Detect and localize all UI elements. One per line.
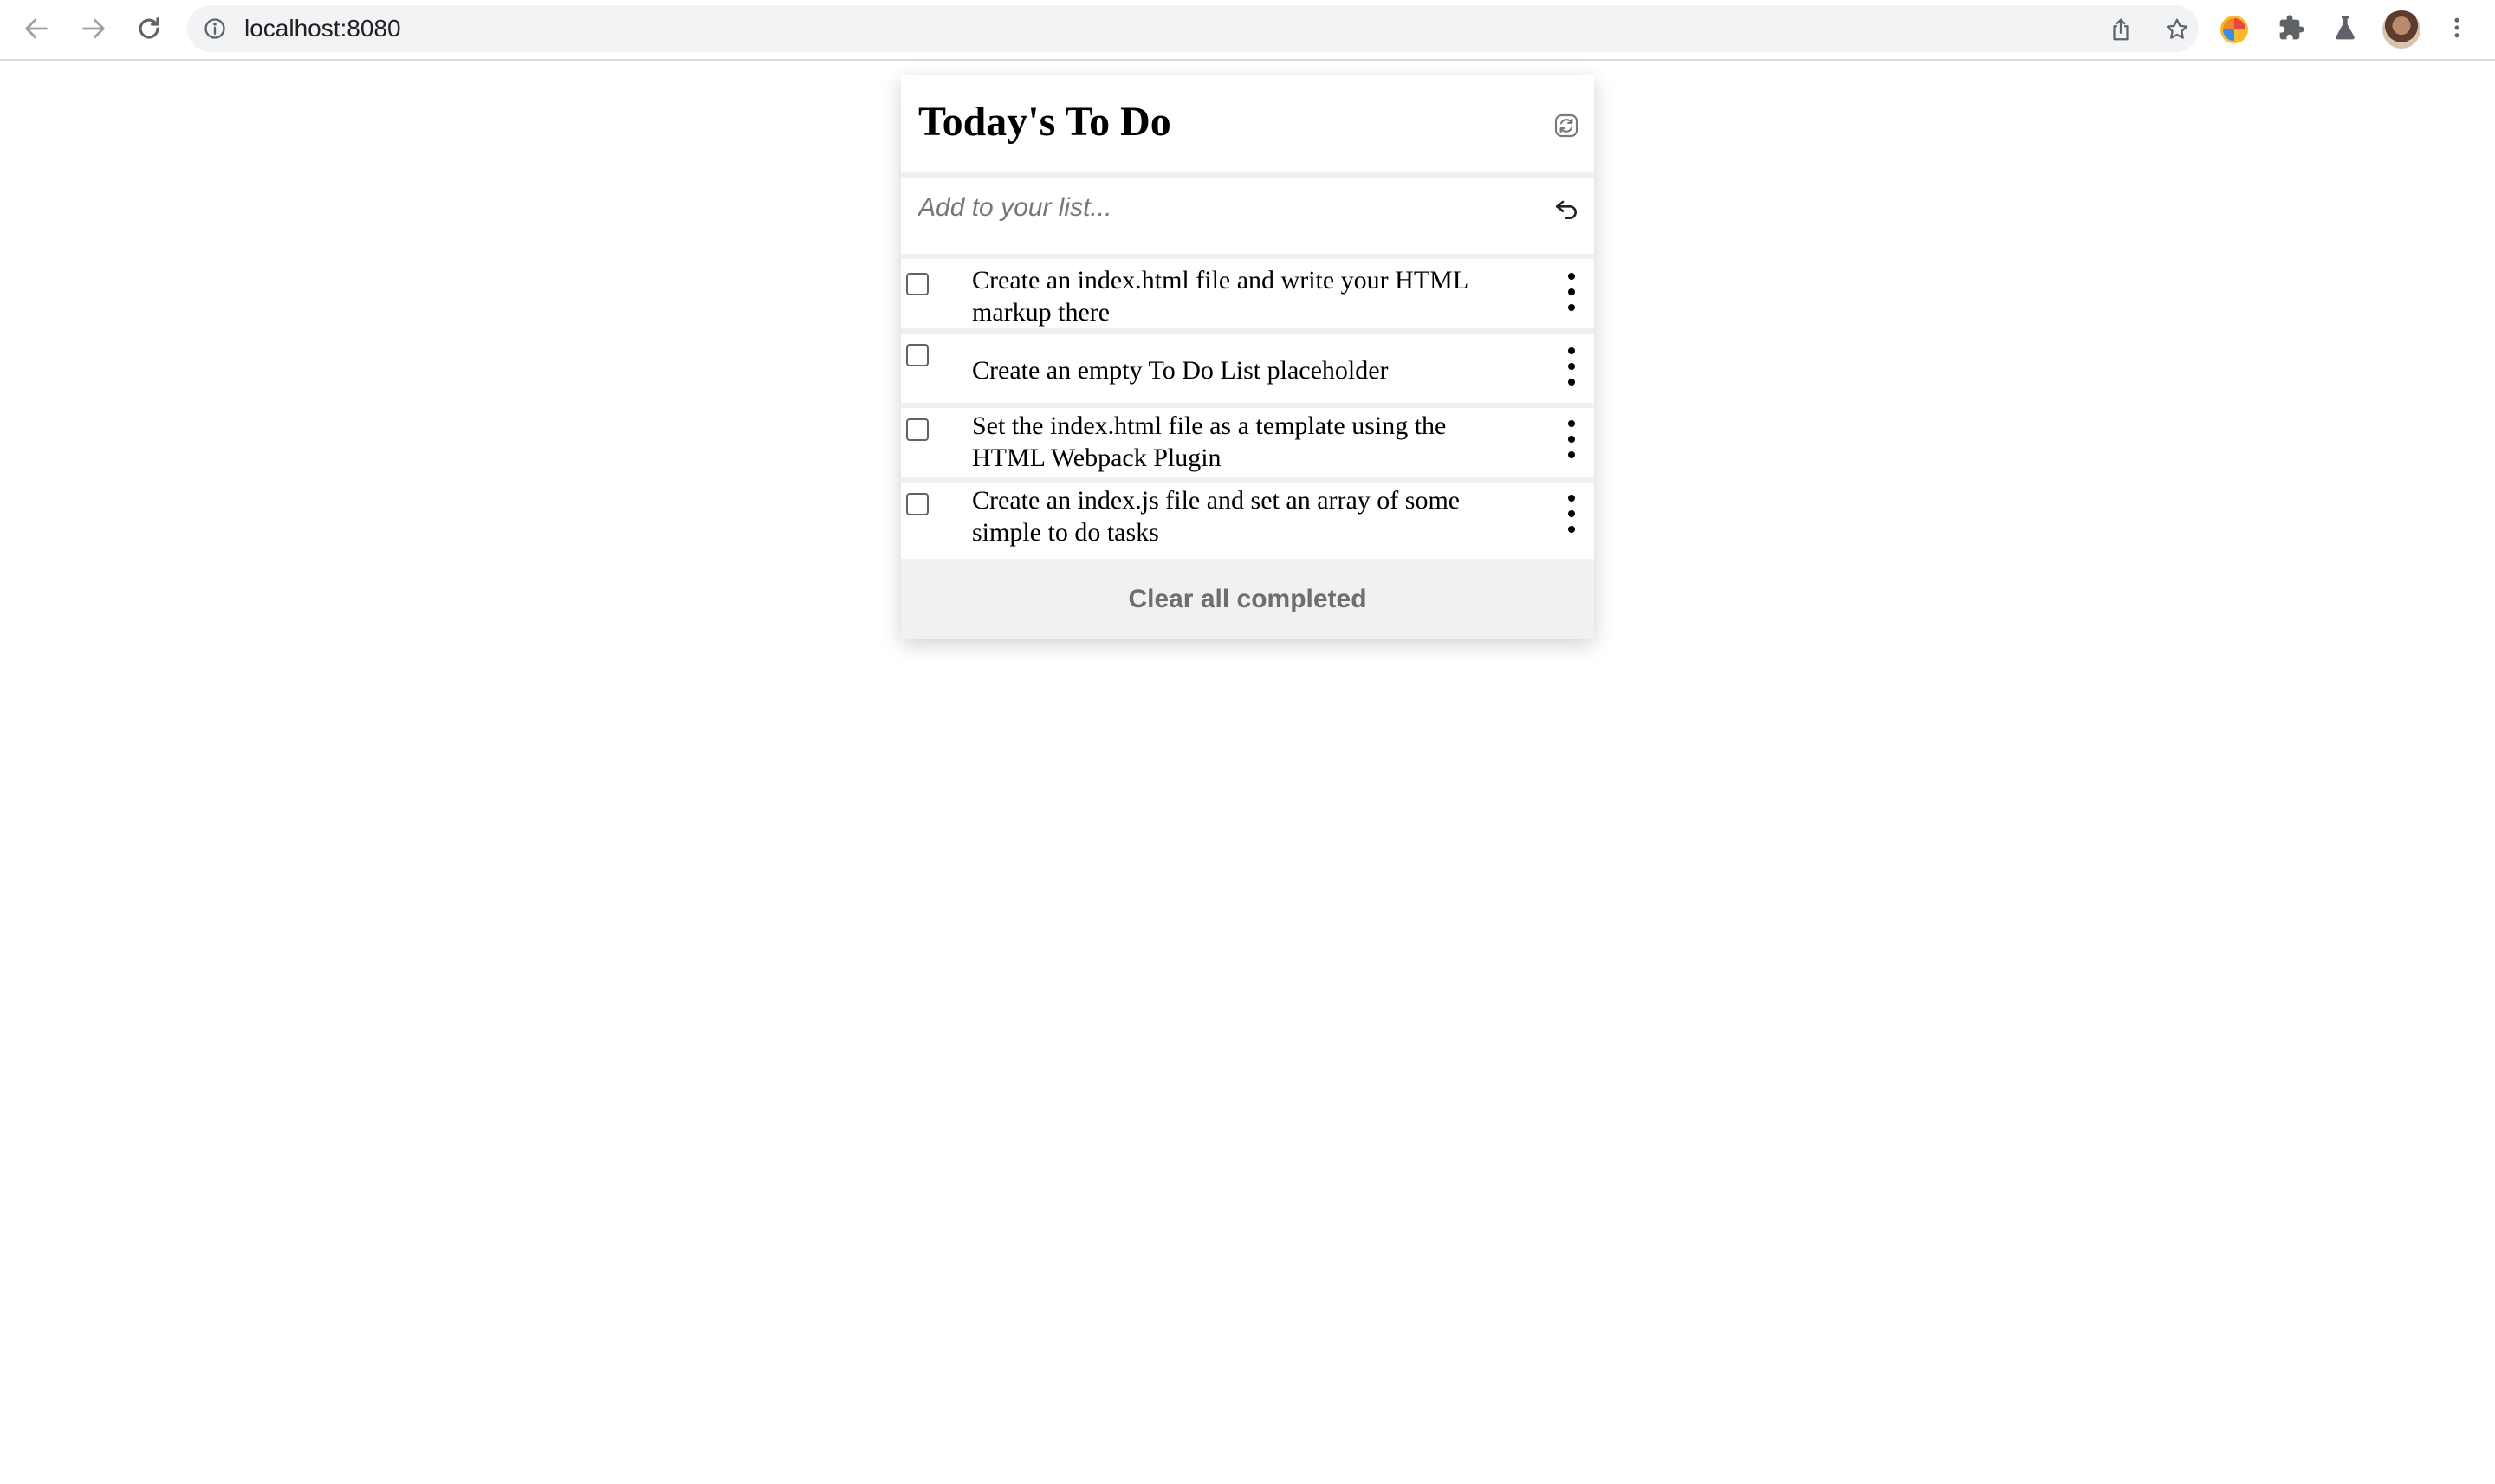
todo-checkbox[interactable] <box>906 418 929 441</box>
flask-icon <box>2336 16 2355 40</box>
extensions-button[interactable] <box>2276 12 2307 43</box>
arrow-right-icon <box>82 18 105 39</box>
todo-card: Today's To Do Create an index.html file … <box>901 75 1594 639</box>
page-title: Today's To Do <box>918 99 1171 145</box>
list-item: Set the index.html file as a template us… <box>901 408 1594 483</box>
todo-text: Create an index.html file and write your… <box>972 266 1468 327</box>
add-todo-input[interactable] <box>918 186 1525 230</box>
reload-button[interactable] <box>130 10 168 48</box>
browser-menu-button[interactable] <box>2441 12 2472 43</box>
more-vertical-icon[interactable] <box>1565 420 1578 458</box>
todo-list: Create an index.html file and write your… <box>901 259 1594 557</box>
enter-icon[interactable] <box>1552 195 1580 223</box>
more-vertical-icon[interactable] <box>1565 495 1578 533</box>
url-text: localhost:8080 <box>244 15 401 42</box>
list-item: Create an empty To Do List placeholder <box>901 334 1594 408</box>
add-todo-row <box>901 178 1594 259</box>
more-vertical-icon[interactable] <box>1565 273 1578 311</box>
star-icon[interactable] <box>2164 16 2190 42</box>
todo-text: Create an empty To Do List placeholder <box>972 356 1389 385</box>
list-item: Create an index.html file and write your… <box>901 259 1594 334</box>
kebab-icon <box>2454 17 2459 38</box>
more-vertical-icon[interactable] <box>1565 347 1578 386</box>
info-icon[interactable] <box>203 16 227 41</box>
arrow-left-icon <box>25 18 48 39</box>
browser-toolbar: localhost:8080 <box>0 0 2495 61</box>
forward-button[interactable] <box>75 10 113 48</box>
labs-button[interactable] <box>2330 12 2361 43</box>
address-bar[interactable]: localhost:8080 <box>187 5 2199 52</box>
list-item: Create an index.js file and set an array… <box>901 483 1594 557</box>
todo-checkbox[interactable] <box>906 344 929 366</box>
share-icon[interactable] <box>2108 16 2134 42</box>
card-header: Today's To Do <box>901 75 1594 178</box>
puzzle-icon <box>2279 15 2304 40</box>
todo-checkbox[interactable] <box>906 493 929 515</box>
avatar[interactable] <box>2382 10 2420 49</box>
todo-checkbox[interactable] <box>906 273 929 295</box>
todo-text: Create an index.js file and set an array… <box>972 486 1461 547</box>
clear-completed-button[interactable]: Clear all completed <box>901 559 1594 639</box>
back-button[interactable] <box>17 10 55 48</box>
reload-icon <box>139 17 159 39</box>
extension-icon[interactable] <box>2220 16 2248 43</box>
refresh-icon[interactable] <box>1552 112 1580 139</box>
todo-text: Set the index.html file as a template us… <box>972 412 1447 472</box>
